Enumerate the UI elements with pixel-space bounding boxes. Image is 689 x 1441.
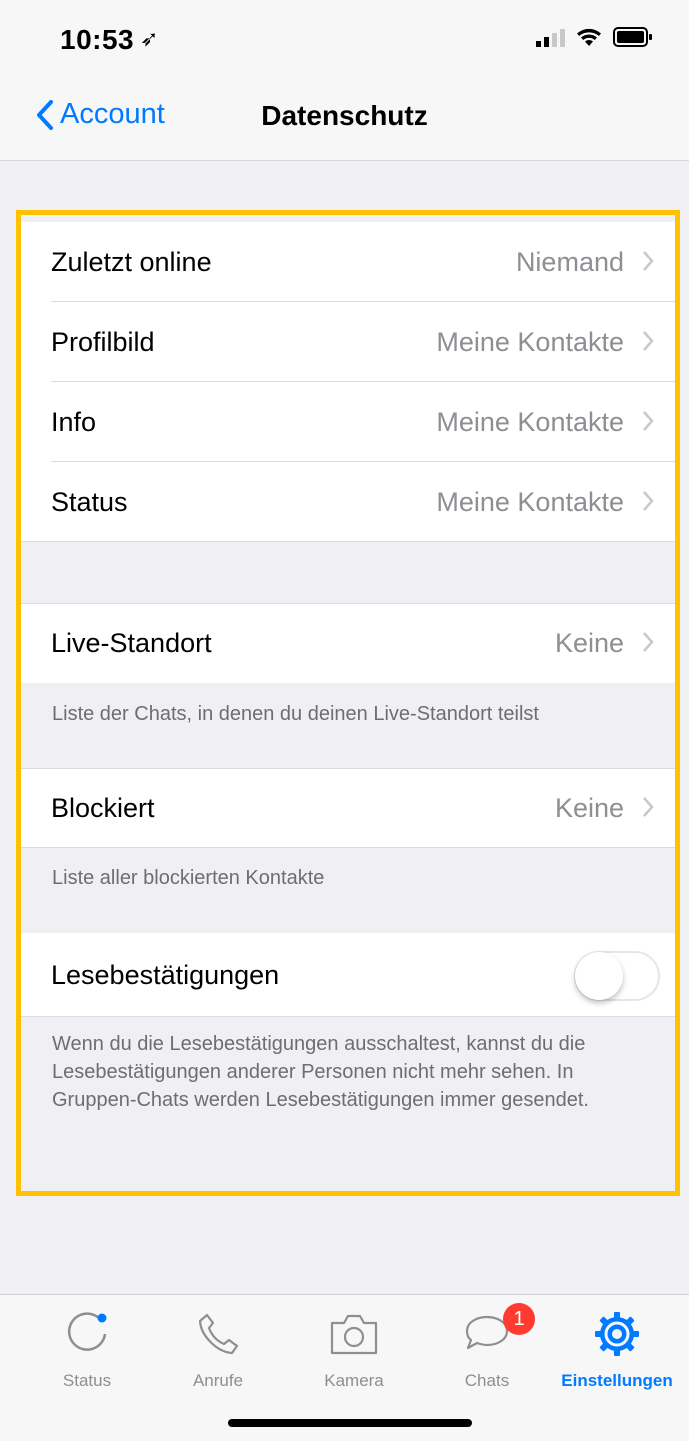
tab-label: Einstellungen [561, 1371, 673, 1390]
tab-label: Status [62, 1371, 112, 1390]
tab-status[interactable]: Status [27, 1309, 147, 1391]
unread-badge: 1 [503, 1303, 535, 1335]
tab-settings[interactable]: Einstellungen [557, 1309, 677, 1391]
status-bar: 10:53 ➶ [0, 0, 689, 80]
home-indicator[interactable] [228, 1419, 472, 1427]
phone-icon [158, 1309, 278, 1359]
tab-chats[interactable]: 1 Chats [427, 1303, 547, 1391]
tab-label: Anrufe [192, 1371, 244, 1390]
tab-calls[interactable]: Anrufe [158, 1309, 278, 1391]
location-arrow-icon: ➶ [140, 26, 159, 51]
tab-label: Kamera [324, 1371, 384, 1390]
navigation-bar: Account Datenschutz [0, 80, 689, 161]
tab-camera[interactable]: Kamera [294, 1309, 414, 1391]
gear-icon [557, 1309, 677, 1359]
tab-label: Chats [464, 1371, 510, 1390]
highlight-frame [16, 210, 680, 1196]
tab-bar: Status Anrufe Kamera 1 Chats Einstellung… [0, 1294, 689, 1441]
cellular-signal-icon [536, 27, 565, 47]
camera-icon [294, 1309, 414, 1359]
page-title: Datenschutz [261, 100, 428, 131]
battery-icon [613, 27, 653, 47]
wifi-icon [575, 26, 603, 48]
system-icons [536, 26, 653, 48]
status-time: 10:53 [60, 24, 135, 55]
status-icon [27, 1309, 147, 1359]
